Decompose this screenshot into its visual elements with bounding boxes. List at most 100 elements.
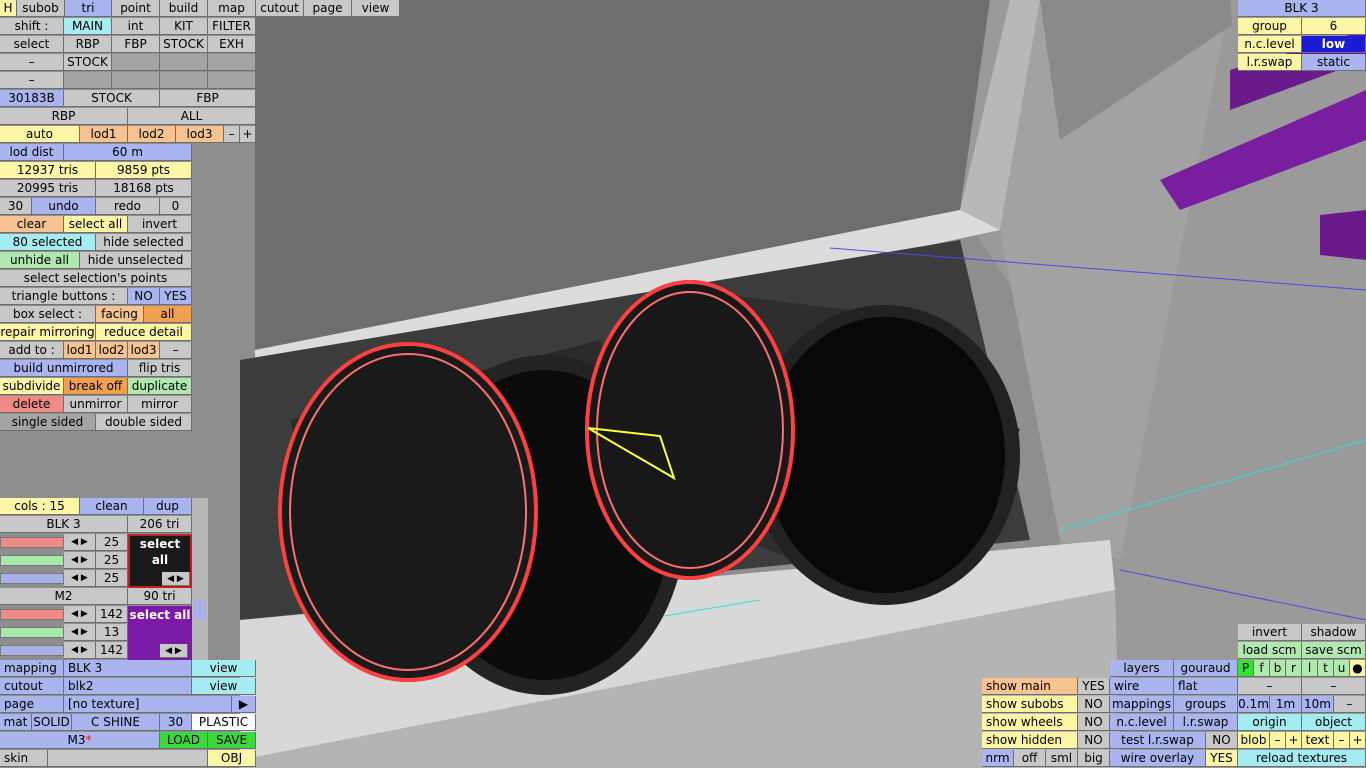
save-button[interactable]: SAVE	[208, 732, 256, 749]
material-scrollbar[interactable]	[192, 498, 208, 660]
subob-exh[interactable]: EXH	[208, 36, 256, 53]
delete-button[interactable]: delete	[0, 396, 64, 413]
tab-tri[interactable]: tri	[65, 0, 112, 17]
group-value[interactable]: 6	[1302, 18, 1366, 35]
hide-selected-button[interactable]: hide selected	[96, 234, 192, 251]
green-slider-1[interactable]	[0, 555, 64, 566]
subob-dash-2[interactable]: –	[0, 72, 64, 89]
show-wheels-button[interactable]: show wheels	[982, 714, 1078, 731]
material-m3[interactable]: M3*	[0, 732, 160, 749]
lod-dist-value[interactable]: 60 m	[64, 144, 192, 161]
material-scroll-thumb[interactable]	[194, 600, 206, 620]
text-button[interactable]: text	[1302, 732, 1334, 749]
reload-textures-button[interactable]: reload textures	[1238, 750, 1366, 767]
origin-button[interactable]: origin	[1238, 714, 1302, 731]
wire-overlay-value[interactable]: YES	[1206, 750, 1238, 767]
gouraud-button[interactable]: gouraud	[1174, 660, 1238, 677]
blob-plus[interactable]: +	[1286, 732, 1302, 749]
red-slider-2[interactable]	[0, 609, 64, 620]
redo-button[interactable]: redo	[96, 198, 160, 215]
subob-empty-6[interactable]	[160, 72, 208, 89]
material-swatch-2[interactable]: select all ◀ ▶	[128, 606, 192, 660]
show-hidden-button[interactable]: show hidden	[982, 732, 1078, 749]
load-button[interactable]: LOAD	[160, 732, 208, 749]
subob-dash-1[interactable]: –	[0, 54, 64, 71]
subob-empty-7[interactable]	[208, 72, 256, 89]
mapping-view-button[interactable]: view	[192, 660, 256, 677]
normals-sml[interactable]: sml	[1046, 750, 1078, 767]
hide-unselected-button[interactable]: hide unselected	[80, 252, 192, 269]
lr-swap-value[interactable]: static	[1302, 54, 1366, 71]
layers-button[interactable]: layers	[1110, 660, 1174, 677]
view-b-button[interactable]: b	[1270, 660, 1286, 677]
select-all-button[interactable]: select all	[64, 216, 128, 233]
lod1-button[interactable]: lod1	[80, 126, 128, 143]
nc-level-value[interactable]: low	[1302, 36, 1366, 53]
tab-cutout[interactable]: cutout	[256, 0, 304, 17]
invert-button[interactable]: invert	[128, 216, 192, 233]
subob-empty-1[interactable]	[112, 54, 160, 71]
build-unmirrored-button[interactable]: build unmirrored	[0, 360, 128, 377]
material-name-2[interactable]: M2	[0, 588, 128, 605]
view-t-button[interactable]: t	[1318, 660, 1334, 677]
add-to-lod1[interactable]: lod1	[64, 342, 96, 359]
subob-stock[interactable]: STOCK	[160, 36, 208, 53]
swatch-arrows-2[interactable]: ◀ ▶	[160, 644, 188, 658]
swatch-select-all-1[interactable]: select all	[130, 536, 190, 568]
add-to-none[interactable]: –	[160, 342, 192, 359]
subob-rbp[interactable]: RBP	[64, 36, 112, 53]
invert-view-button[interactable]: invert	[1238, 624, 1302, 641]
view-l-button[interactable]: l	[1302, 660, 1318, 677]
test-lr-swap-button[interactable]: test l.r.swap	[1110, 732, 1206, 749]
subob-empty-3[interactable]	[208, 54, 256, 71]
box-select-all[interactable]: all	[144, 306, 192, 323]
subob-int[interactable]: int	[112, 18, 160, 35]
subob-stock-2[interactable]: STOCK	[64, 54, 112, 71]
triangle-buttons-no[interactable]: NO	[128, 288, 160, 305]
dup-button[interactable]: dup	[144, 498, 192, 515]
grid-0-1m[interactable]: 0.1m	[1238, 696, 1270, 713]
save-scm-button[interactable]: save scm	[1302, 642, 1366, 659]
grid-none[interactable]: –	[1334, 696, 1366, 713]
tab-map[interactable]: map	[208, 0, 256, 17]
page-value[interactable]: [no texture]	[64, 696, 232, 713]
mat-shine-value[interactable]: 30	[160, 714, 192, 731]
cutout-view-button[interactable]: view	[192, 678, 256, 695]
tab-point[interactable]: point	[112, 0, 160, 17]
subob-empty-2[interactable]	[160, 54, 208, 71]
text-minus[interactable]: –	[1334, 732, 1350, 749]
page-next-arrow[interactable]: ▶	[232, 696, 256, 713]
test-lr-swap-value[interactable]: NO	[1206, 732, 1238, 749]
swatch-select-all-2[interactable]: select all	[128, 606, 192, 623]
flip-tris-button[interactable]: flip tris	[128, 360, 192, 377]
part-fbp[interactable]: FBP	[160, 90, 256, 107]
text-plus[interactable]: +	[1350, 732, 1366, 749]
swatch-arrows-1[interactable]: ◀ ▶	[162, 572, 190, 586]
material-swatch-1[interactable]: select all ◀ ▶	[128, 534, 192, 588]
green-arrows-2[interactable]: ◀ ▶	[64, 624, 96, 641]
groups-button[interactable]: groups	[1174, 696, 1238, 713]
blob-minus[interactable]: –	[1270, 732, 1286, 749]
box-select-facing[interactable]: facing	[96, 306, 144, 323]
green-slider-2[interactable]	[0, 627, 64, 638]
wire-overlay-button[interactable]: wire overlay	[1110, 750, 1206, 767]
tab-page[interactable]: page	[304, 0, 352, 17]
wire-button[interactable]: wire	[1110, 678, 1174, 695]
tab-build[interactable]: build	[160, 0, 208, 17]
clear-button[interactable]: clear	[0, 216, 64, 233]
part-30183b[interactable]: 30183B	[0, 90, 64, 107]
normals-off[interactable]: off	[1014, 750, 1046, 767]
load-scm-button[interactable]: load scm	[1238, 642, 1302, 659]
cutout-value[interactable]: blk2	[64, 678, 192, 695]
mat-solid[interactable]: SOLID	[32, 714, 72, 731]
show-wheels-value[interactable]: NO	[1078, 714, 1110, 731]
tab-subob[interactable]: subob	[17, 0, 65, 17]
shadow-button[interactable]: shadow	[1302, 624, 1366, 641]
grid-10m[interactable]: 10m	[1302, 696, 1334, 713]
grid-dash-1[interactable]: –	[1238, 678, 1302, 695]
double-sided-button[interactable]: double sided	[96, 414, 192, 431]
lod-minus[interactable]: –	[224, 126, 240, 143]
nc-level-button[interactable]: n.c.level	[1110, 714, 1174, 731]
clean-button[interactable]: clean	[80, 498, 144, 515]
show-hidden-value[interactable]: NO	[1078, 732, 1110, 749]
